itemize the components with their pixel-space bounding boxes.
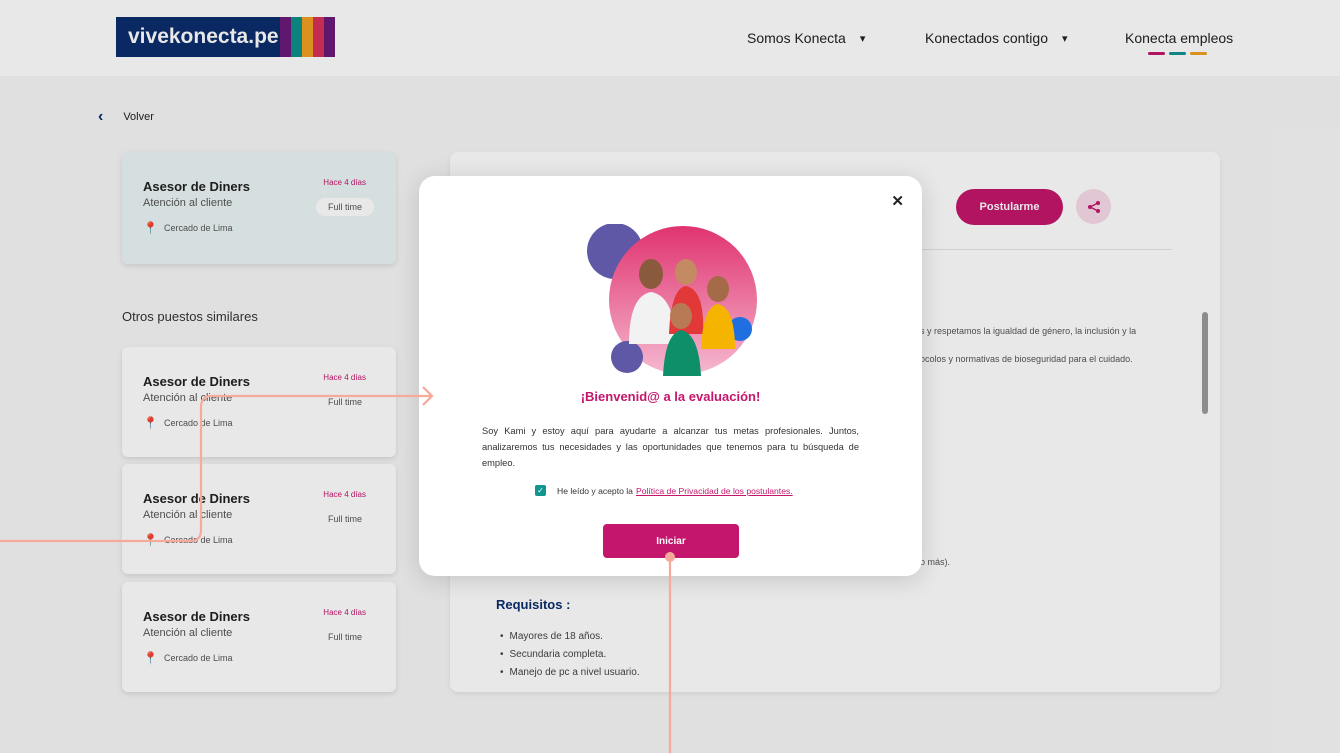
welcome-intro: Soy Kami y estoy aquí para ayudarte a al… xyxy=(482,426,859,468)
team-illustration xyxy=(587,224,757,376)
close-icon[interactable]: ✕ xyxy=(891,192,904,210)
privacy-consent: ✓ He leído y acepto la Política de Priva… xyxy=(535,485,793,496)
consent-checkbox[interactable]: ✓ xyxy=(535,485,546,496)
welcome-modal: ✕ ¡Bienvenid@ a la evaluación! Soy Kami … xyxy=(419,176,922,576)
privacy-policy-link[interactable]: Política de Privacidad de los postulante… xyxy=(636,486,793,496)
consent-label: He leído y acepto la xyxy=(557,485,633,496)
welcome-title: ¡Bienvenid@ a la evaluación! xyxy=(580,389,761,404)
start-button[interactable]: Iniciar xyxy=(603,524,739,558)
